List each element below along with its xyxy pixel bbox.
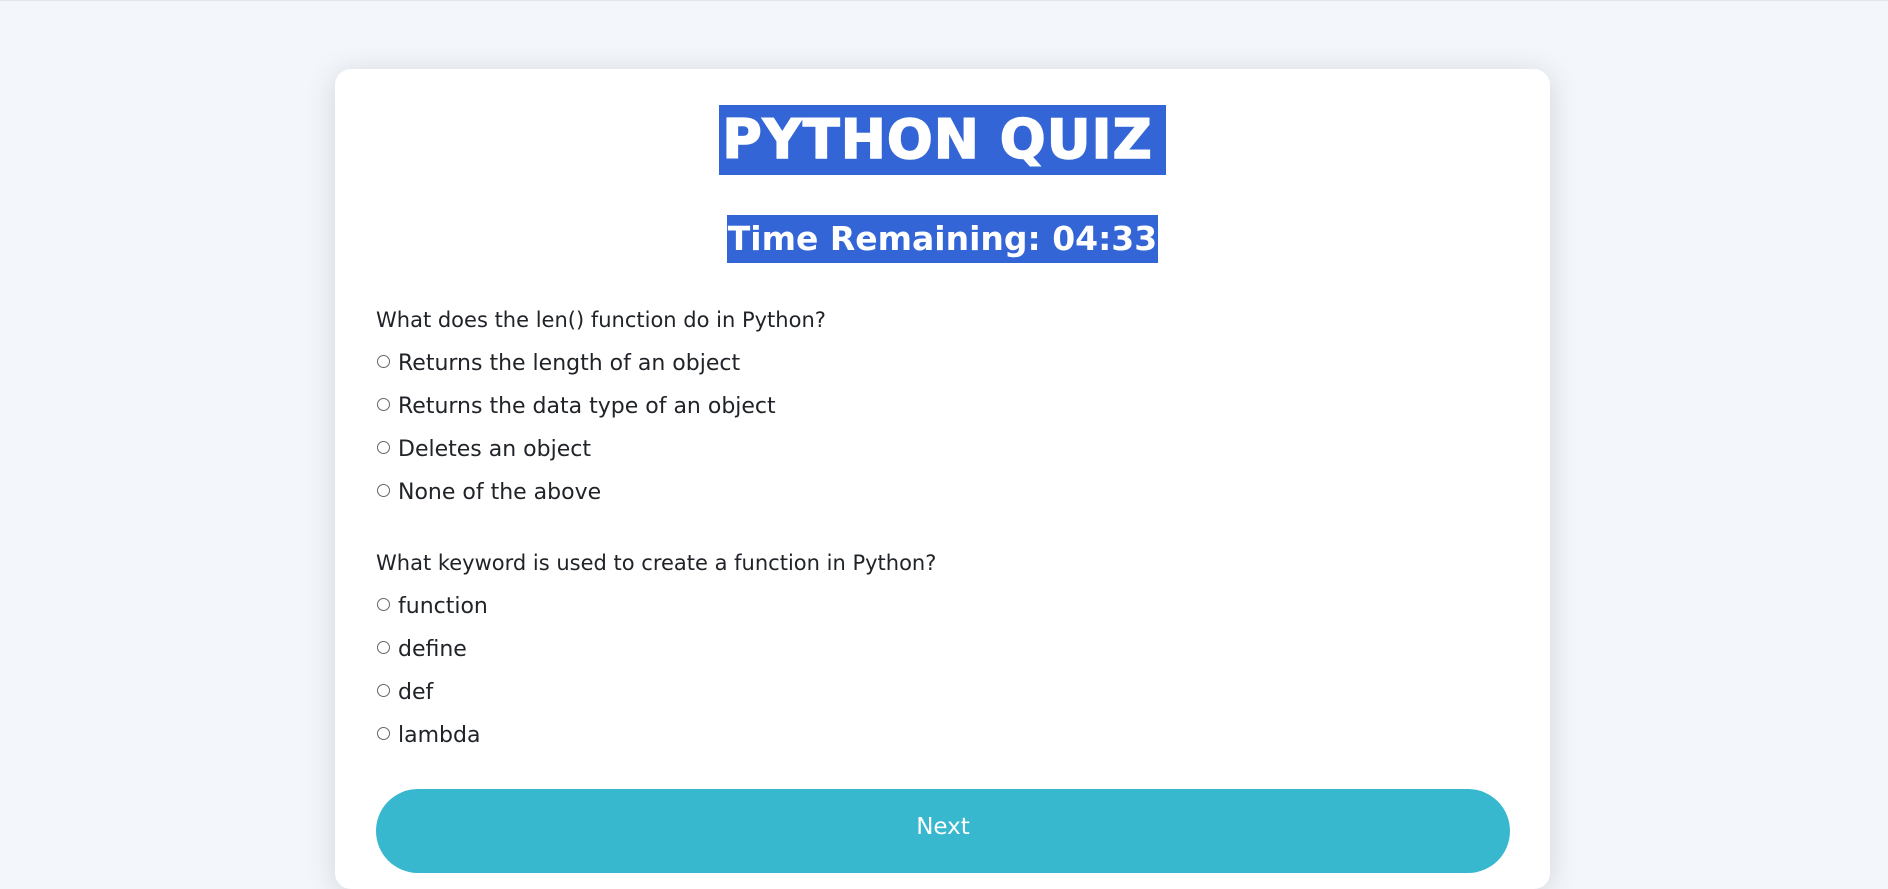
option-item[interactable]: Returns the data type of an object [376,385,1506,428]
question-text: What does the len() function do in Pytho… [376,308,826,332]
option-item[interactable]: lambda [376,714,1506,757]
radio-circle-icon[interactable] [377,355,390,368]
question-1: What does the len() function do in Pytho… [376,306,1506,514]
radio-circle-icon[interactable] [377,441,390,454]
option-label: define [398,637,467,662]
radio-circle-icon[interactable] [377,727,390,740]
countdown-timer: Time Remaining: 04:33 [726,215,1159,263]
top-divider [0,0,1888,1]
option-item[interactable]: Returns the length of an object [376,342,1506,385]
question-text: What keyword is used to create a functio… [376,551,937,575]
option-item[interactable]: Deletes an object [376,428,1506,471]
quiz-card: Python Quiz Time Remaining: 04:33 What d… [335,69,1550,889]
title-container: Python Quiz [335,105,1550,175]
option-item[interactable]: define [376,628,1506,671]
radio-circle-icon[interactable] [377,598,390,611]
option-item[interactable]: def [376,671,1506,714]
options-group: Returns the length of an object Returns … [376,342,1506,514]
option-label: None of the above [398,480,602,505]
option-label: Returns the length of an object [398,351,741,376]
option-label: Returns the data type of an object [398,394,776,419]
page-title: Python Quiz [719,105,1166,175]
radio-circle-icon[interactable] [377,484,390,497]
radio-circle-icon[interactable] [377,398,390,411]
options-group: function define def lambda [376,585,1506,757]
option-label: Deletes an object [398,437,591,462]
option-item[interactable]: None of the above [376,471,1506,514]
option-label: def [398,680,434,705]
timer-container: Time Remaining: 04:33 [335,215,1550,263]
option-label: lambda [398,723,481,748]
radio-circle-icon[interactable] [377,641,390,654]
option-item[interactable]: function [376,585,1506,628]
question-2: What keyword is used to create a functio… [376,549,1506,757]
radio-circle-icon[interactable] [377,684,390,697]
option-label: function [398,594,488,619]
next-button[interactable]: Next [376,789,1510,873]
